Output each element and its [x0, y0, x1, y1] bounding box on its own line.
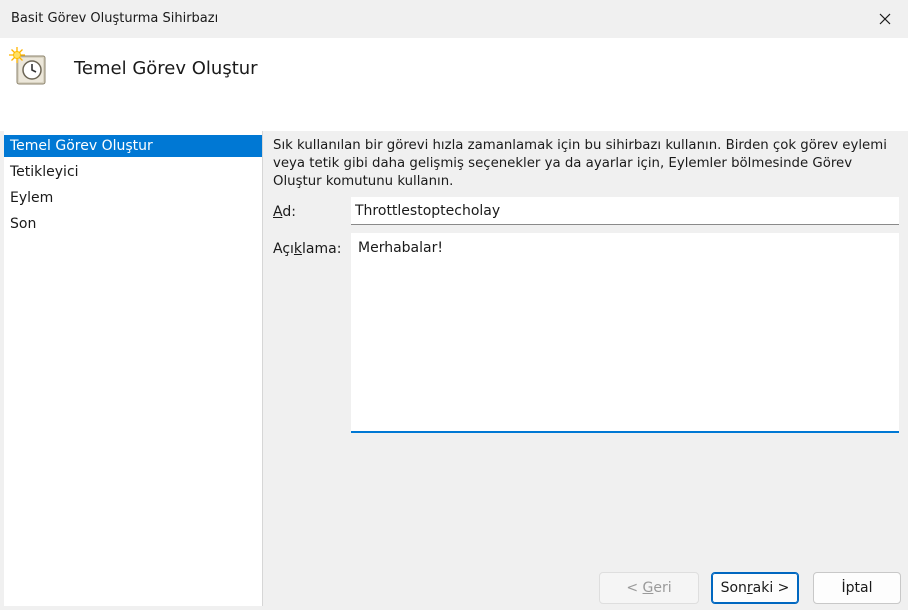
next-label-pre: Son — [720, 580, 747, 596]
task-clock-icon — [9, 47, 46, 85]
wizard-window: Basit Görev Oluşturma Sihirbazı Temel Gö… — [0, 0, 908, 610]
window-title: Basit Görev Oluşturma Sihirbazı — [11, 11, 219, 26]
step-trigger[interactable]: Tetikleyici — [4, 161, 262, 183]
name-label: Ad: — [273, 204, 296, 220]
name-input[interactable] — [351, 197, 899, 225]
description-label-accel: k — [293, 241, 303, 257]
close-icon — [879, 13, 891, 25]
next-button[interactable]: Son r aki > — [711, 572, 799, 604]
description-textarea[interactable]: Merhabalar! — [351, 233, 899, 433]
title-bar: Basit Görev Oluşturma Sihirbazı — [0, 0, 908, 38]
step-finish[interactable]: Son — [4, 213, 262, 235]
description-label-post: lama: — [302, 241, 342, 257]
wizard-header: Temel Görev Oluştur — [0, 38, 908, 131]
back-label-accel: G — [642, 580, 654, 596]
step-action[interactable]: Eylem — [4, 187, 262, 209]
page-heading: Temel Görev Oluştur — [74, 58, 258, 79]
close-button[interactable] — [862, 0, 908, 38]
back-label-post: eri — [653, 580, 672, 596]
wizard-description: Sık kullanılan bir görevi hızla zamanlam… — [273, 138, 887, 189]
description-label-pre: Açı — [273, 241, 294, 257]
name-label-rest: d: — [282, 204, 296, 220]
name-label-accel: A — [273, 204, 283, 220]
back-label-pre: < — [626, 580, 639, 596]
steps-sidebar: Temel Görev Oluştur Tetikleyici Eylem So… — [4, 131, 263, 606]
back-button[interactable]: < Geri — [599, 572, 699, 604]
cancel-button[interactable]: İptal — [813, 572, 901, 604]
description-label: Açıklama: — [273, 241, 341, 257]
next-label-post: aki > — [752, 580, 790, 596]
step-create-basic-task[interactable]: Temel Görev Oluştur — [4, 135, 262, 157]
main-content: Sık kullanılan bir görevi hızla zamanlam… — [262, 131, 908, 571]
